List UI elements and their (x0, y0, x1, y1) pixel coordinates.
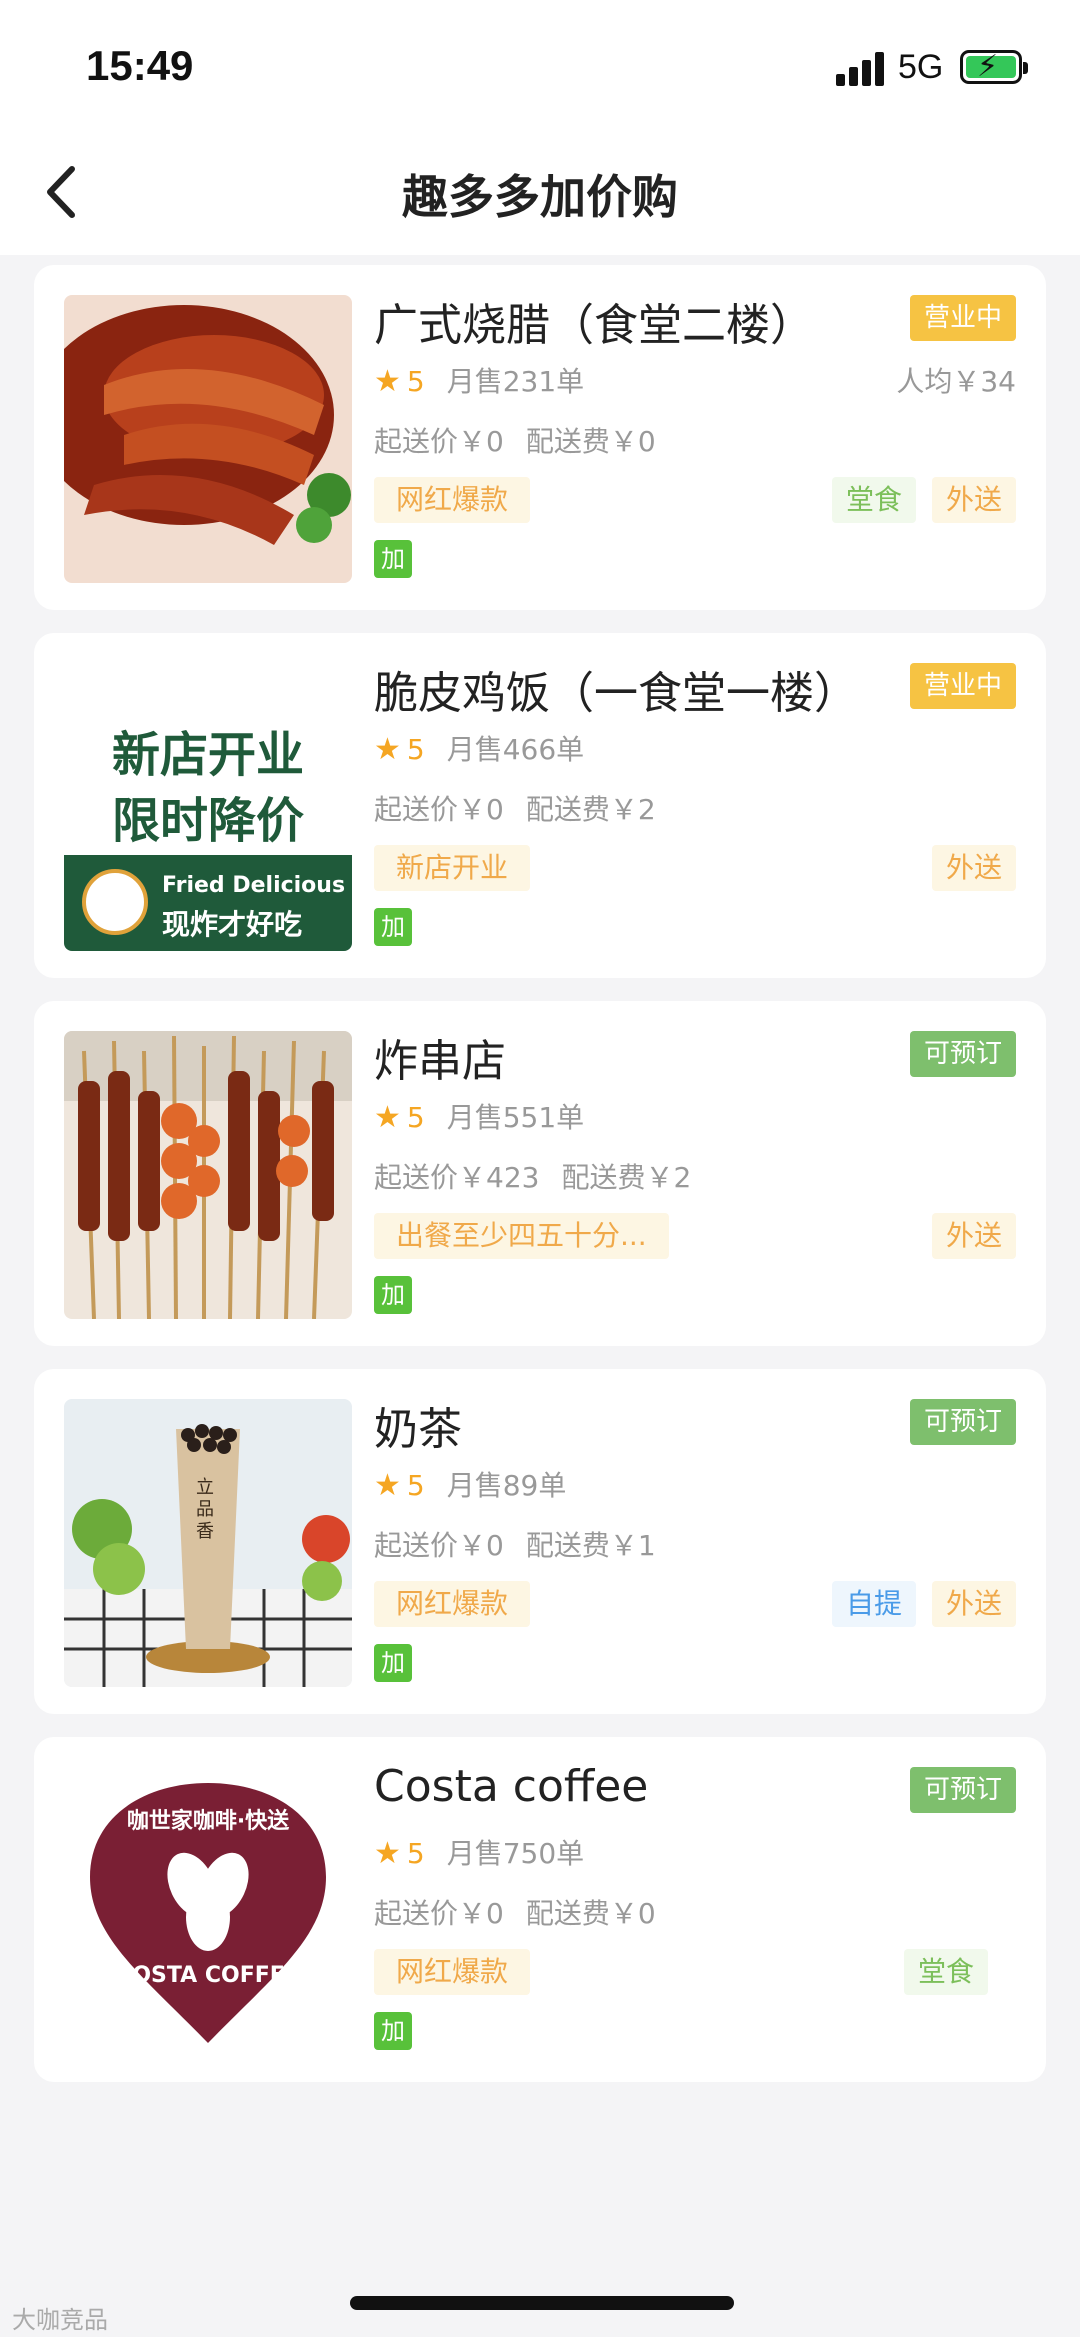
avg-price: 人均￥34 (896, 365, 1016, 398)
rating-row: ★ 5 月售231单 (374, 360, 584, 400)
home-indicator[interactable] (350, 2296, 734, 2310)
fee-row: 起送价￥423 配送费￥2 (374, 1156, 691, 1196)
rating-value: 5 (406, 733, 425, 766)
star-icon: ★ (374, 1836, 401, 1871)
delivery-tag: 外送 (931, 1213, 1016, 1259)
costa-top-text: 咖世家咖啡·快送 (126, 1809, 290, 1834)
promo-tag: 网红爆款 (374, 477, 531, 523)
monthly-sales: 月售466单 (446, 733, 585, 766)
delivery-fee: 配送费￥0 (525, 1897, 656, 1930)
service-tags: 外送 (931, 845, 1016, 891)
star-icon: ★ (374, 364, 401, 399)
fee-row: 起送价￥0 配送费￥2 (374, 788, 656, 828)
promo-tag: 网红爆款 (374, 1949, 531, 1995)
min-order: 起送价￥0 (374, 425, 504, 458)
add-on-badge: 加 (374, 2012, 412, 2050)
store-thumbnail: 立品香 (64, 1399, 352, 1687)
rating-value: 5 (406, 1101, 425, 1134)
star-icon: ★ (374, 732, 401, 767)
store-name: 脆皮鸡饭（一食堂一楼） (374, 668, 858, 719)
page-title: 趣多多加价购 (402, 170, 678, 224)
store-name: 炸串店 (374, 1036, 506, 1087)
store-card[interactable]: 广式烧腊（食堂二楼） 营业中 ★ 5 月售231单 人均￥34 起送价￥0 配送费￥0… (34, 265, 1046, 610)
add-on-badge: 加 (374, 1276, 412, 1314)
add-on-badge: 加 (374, 540, 412, 578)
rating-value: 5 (406, 1837, 425, 1870)
delivery-tag: 外送 (931, 477, 1016, 523)
monthly-sales: 月售231单 (446, 365, 585, 398)
service-tags: 堂食 (903, 1949, 988, 1995)
store-name: 奶茶 (374, 1404, 462, 1455)
status-badge: 可预订 (909, 1031, 1016, 1077)
fee-row: 起送价￥0 配送费￥0 (374, 1892, 656, 1932)
status-badge: 可预订 (909, 1399, 1016, 1445)
cup-brand-text: 立品香 (196, 1477, 214, 1542)
status-time: 15:49 (86, 42, 194, 89)
add-on-badge: 加 (374, 908, 412, 946)
status-badge: 营业中 (909, 663, 1016, 709)
min-order: 起送价￥0 (374, 1897, 504, 1930)
rating-value: 5 (406, 365, 425, 398)
delivery-fee: 配送费￥1 (525, 1529, 656, 1562)
service-tags: 堂食 外送 (831, 477, 1016, 523)
thumb-line1: 新店开业 (111, 727, 304, 783)
promo-tag: 出餐至少四五十分... (374, 1213, 669, 1259)
delivery-tag: 外送 (931, 845, 1016, 891)
delivery-fee: 配送费￥2 (561, 1161, 692, 1194)
dine-in-tag: 堂食 (831, 477, 916, 523)
nav-header: 趣多多加价购 (0, 135, 1080, 255)
min-order: 起送价￥0 (374, 793, 504, 826)
store-card[interactable]: 炸串店 可预订 ★ 5 月售551单 起送价￥423 配送费￥2 出餐至少四五十分..… (34, 1001, 1046, 1346)
promo-tag: 网红爆款 (374, 1581, 531, 1627)
thumb-line2: 限时降价 (111, 793, 304, 849)
dine-in-tag: 堂食 (903, 1949, 988, 1995)
fee-row: 起送价￥0 配送费￥1 (374, 1524, 656, 1564)
delivery-tag: 外送 (931, 1581, 1016, 1627)
store-thumbnail: 新店开业 限时降价 Fried Delicious 现炸才好吃 (64, 663, 352, 951)
thumb-cn: 现炸才好吃 (162, 908, 303, 941)
star-icon: ★ (374, 1100, 401, 1135)
watermark: 大咖竞品 (12, 2306, 108, 2334)
star-icon: ★ (374, 1468, 401, 1503)
add-on-badge: 加 (374, 1644, 412, 1682)
rating-row: ★ 5 月售551单 (374, 1096, 584, 1136)
network-label: 5G (898, 48, 944, 86)
promo-tag: 新店开业 (374, 845, 531, 891)
store-card[interactable]: 咖世家咖啡·快送 COSTA COFFEE Costa coffee 可预订 ★… (34, 1737, 1046, 2082)
monthly-sales: 月售750单 (446, 1837, 585, 1870)
status-bar: 15:49 5G ⚡ (0, 0, 1080, 135)
store-card[interactable]: 立品香 奶茶 可预订 ★ 5 月售89单 起送价￥0 配送费￥1 网红爆款 自提 外送… (34, 1369, 1046, 1714)
rating-row: ★ 5 月售466单 (374, 728, 584, 768)
service-tags: 自提 外送 (831, 1581, 1016, 1627)
min-order: 起送价￥423 (374, 1161, 540, 1194)
min-order: 起送价￥0 (374, 1529, 504, 1562)
signal-icon (836, 52, 886, 86)
rating-value: 5 (406, 1469, 425, 1502)
monthly-sales: 月售551单 (446, 1101, 585, 1134)
monthly-sales: 月售89单 (446, 1469, 567, 1502)
thumb-banner: Fried Delicious 现炸才好吃 (64, 855, 352, 951)
rating-row: ★ 5 月售750单 (374, 1832, 584, 1872)
rating-row: ★ 5 月售89单 (374, 1464, 566, 1504)
costa-bottom-text: COSTA COFFEE (116, 1963, 300, 1988)
chicken-logo-icon (82, 869, 148, 935)
battery-charging-icon: ⚡ (960, 49, 1028, 84)
status-badge: 营业中 (909, 295, 1016, 341)
store-thumbnail: 咖世家咖啡·快送 COSTA COFFEE (64, 1767, 352, 2055)
service-tags: 外送 (931, 1213, 1016, 1259)
fee-row: 起送价￥0 配送费￥0 (374, 420, 656, 460)
delivery-fee: 配送费￥0 (525, 425, 656, 458)
status-badge: 可预订 (909, 1767, 1016, 1813)
store-name: Costa coffee (374, 1761, 649, 1812)
store-thumbnail (64, 295, 352, 583)
store-card[interactable]: 新店开业 限时降价 Fried Delicious 现炸才好吃 脆皮鸡饭（一食堂… (34, 633, 1046, 978)
delivery-fee: 配送费￥2 (525, 793, 656, 826)
store-thumbnail (64, 1031, 352, 1319)
thumb-en: Fried Delicious (162, 873, 346, 898)
pickup-tag: 自提 (831, 1581, 916, 1627)
store-name: 广式烧腊（食堂二楼） (374, 300, 814, 351)
